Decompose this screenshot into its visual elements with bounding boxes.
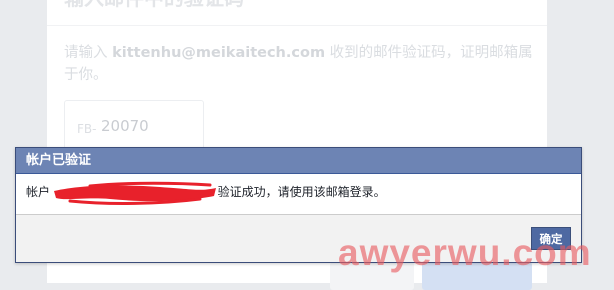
instruction-before: 请输入 bbox=[64, 45, 113, 61]
code-prefix: FB- bbox=[77, 122, 97, 136]
dialog-title: 帐户已验证 bbox=[16, 148, 581, 174]
email-address: kittenhu@meikaitech.com bbox=[112, 45, 326, 61]
message-suffix: 验证成功，请使用该邮箱登录。 bbox=[213, 185, 386, 199]
code-input[interactable] bbox=[101, 117, 191, 135]
dialog-message: 帐户 验证成功，请使用该邮箱登录。 bbox=[16, 174, 581, 213]
page-heading: 输入邮件中的验证码 bbox=[64, 0, 244, 11]
watermark: awyerwu.com bbox=[338, 232, 592, 273]
heading-divider bbox=[47, 25, 547, 26]
instruction-text: 请输入 kittenhu@meikaitech.com 收到的邮件验证码，证明邮… bbox=[64, 42, 534, 86]
redacted-account bbox=[53, 181, 216, 205]
